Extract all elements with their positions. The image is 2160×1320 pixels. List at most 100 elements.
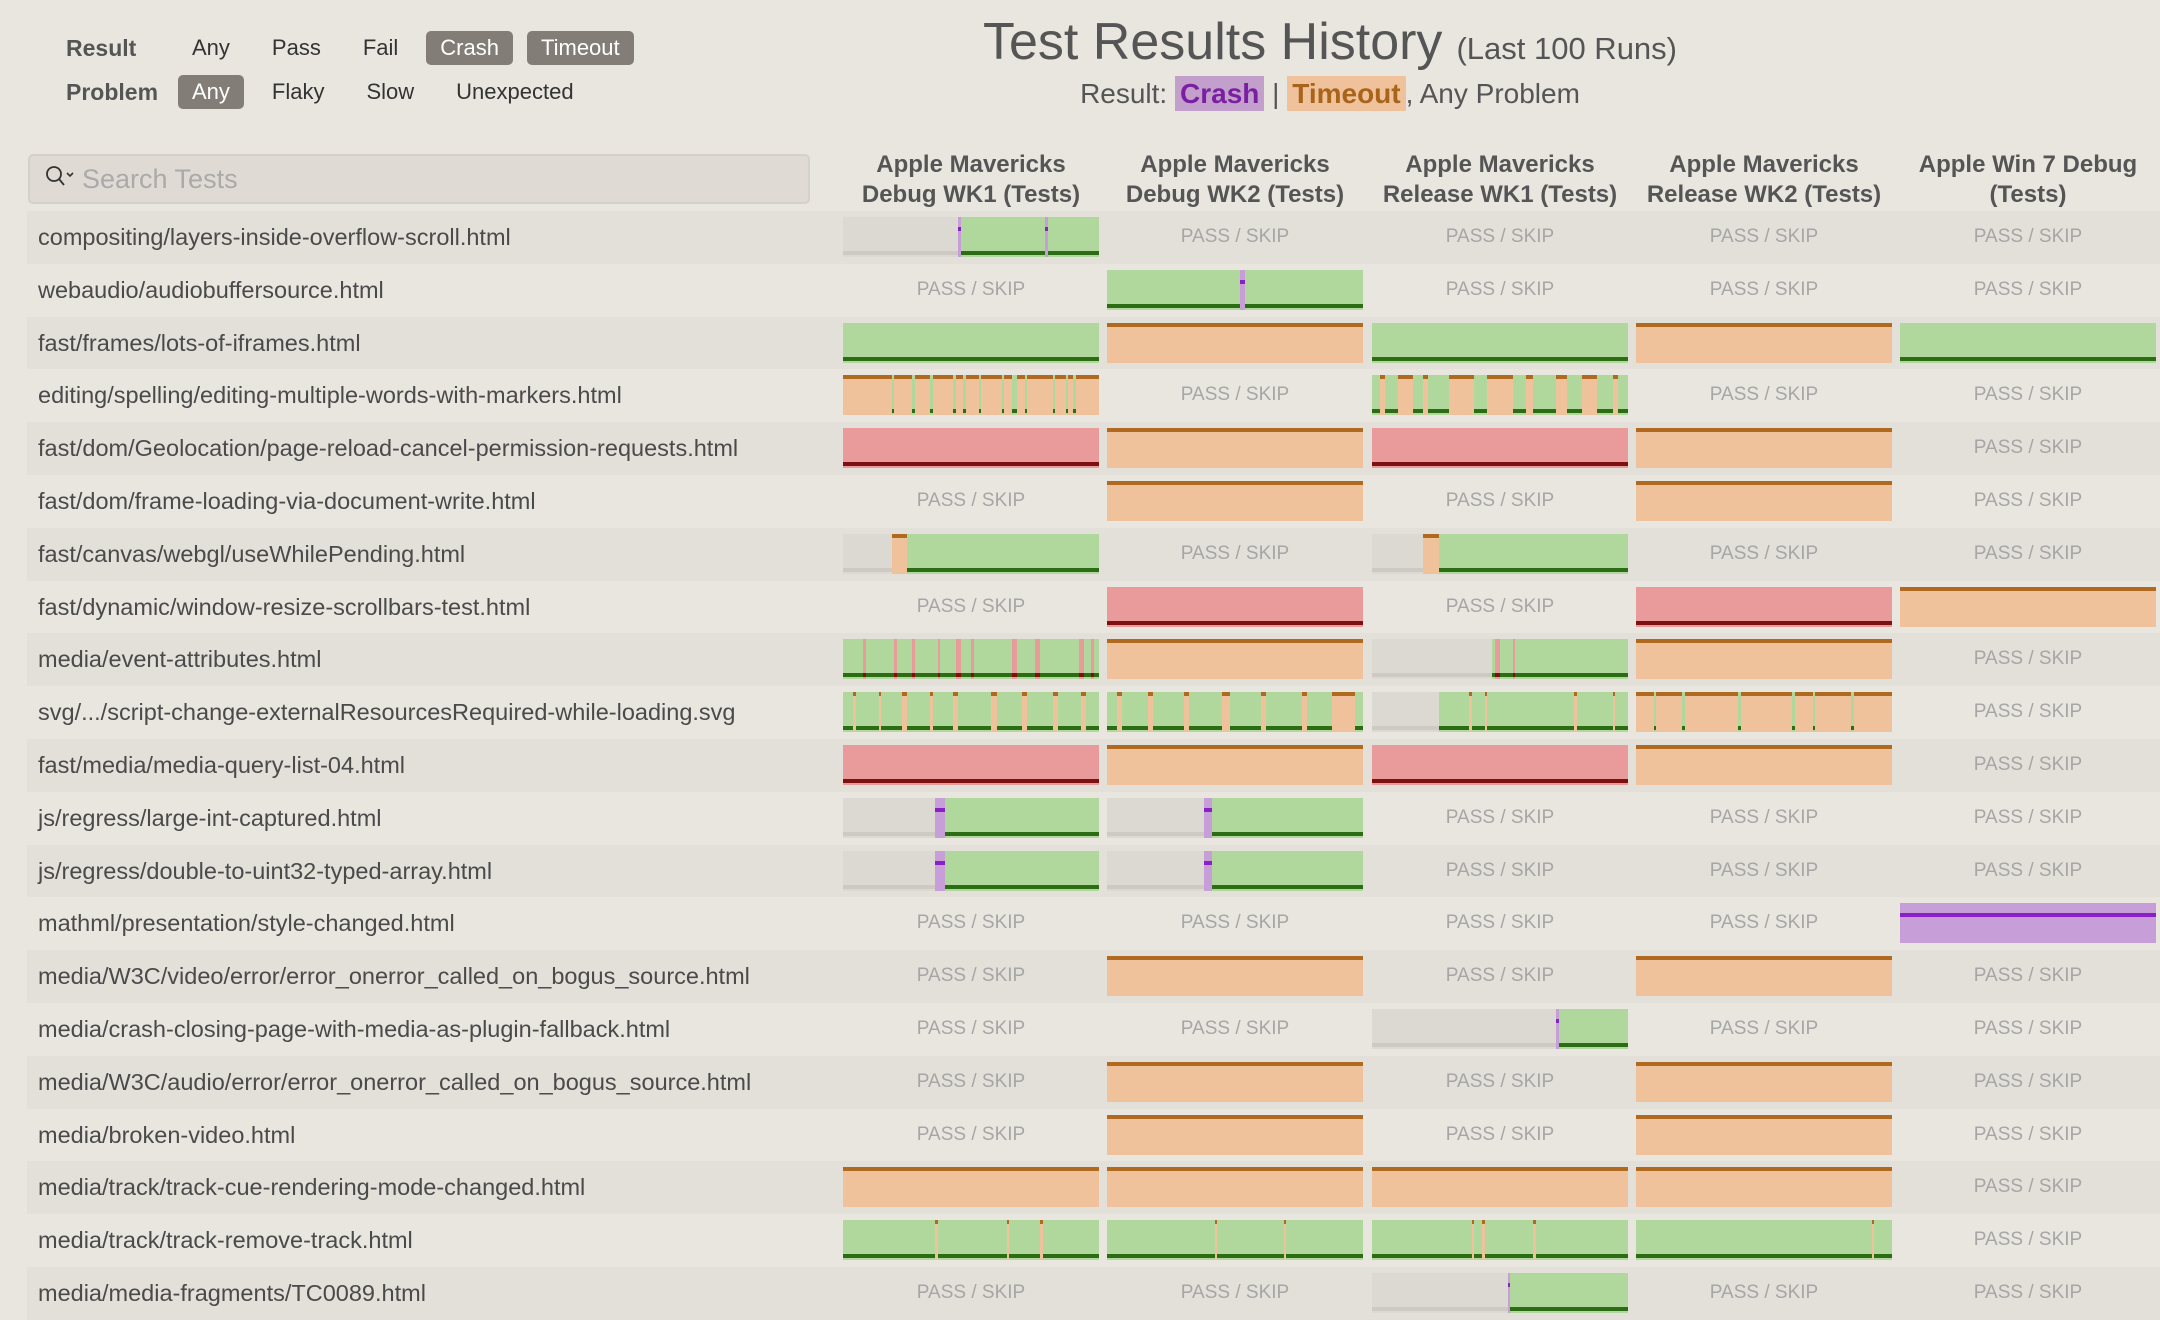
result-cell[interactable] bbox=[843, 792, 1099, 845]
history-bar[interactable] bbox=[1107, 745, 1363, 785]
problem-filter-flaky[interactable]: Flaky bbox=[258, 75, 339, 109]
result-cell[interactable] bbox=[843, 317, 1099, 370]
history-bar[interactable] bbox=[1107, 587, 1363, 627]
result-cell[interactable] bbox=[1372, 1214, 1628, 1267]
history-bar[interactable] bbox=[1107, 798, 1363, 838]
result-cell[interactable] bbox=[1636, 1109, 1892, 1162]
result-cell[interactable] bbox=[1636, 1161, 1892, 1214]
history-bar[interactable] bbox=[843, 217, 1099, 257]
history-bar[interactable] bbox=[1372, 1273, 1628, 1313]
history-bar[interactable] bbox=[843, 692, 1099, 732]
history-bar[interactable] bbox=[1107, 692, 1363, 732]
history-bar[interactable] bbox=[1636, 481, 1892, 521]
result-cell[interactable] bbox=[1107, 1109, 1363, 1162]
result-cell[interactable] bbox=[1107, 581, 1363, 634]
result-cell[interactable] bbox=[843, 369, 1099, 422]
history-bar[interactable] bbox=[1372, 692, 1628, 732]
result-cell[interactable]: PASS / SKIP bbox=[1372, 211, 1628, 264]
history-bar[interactable] bbox=[1107, 851, 1363, 891]
result-cell[interactable]: PASS / SKIP bbox=[1900, 528, 2156, 581]
result-cell[interactable] bbox=[1107, 422, 1363, 475]
history-bar[interactable] bbox=[1372, 1220, 1628, 1260]
result-cell[interactable]: PASS / SKIP bbox=[1900, 792, 2156, 845]
result-cell[interactable]: PASS / SKIP bbox=[1900, 264, 2156, 317]
result-cell[interactable]: PASS / SKIP bbox=[1636, 1003, 1892, 1056]
history-bar[interactable] bbox=[1107, 323, 1363, 363]
history-bar[interactable] bbox=[843, 851, 1099, 891]
result-cell[interactable] bbox=[1636, 739, 1892, 792]
result-cell[interactable]: PASS / SKIP bbox=[1900, 369, 2156, 422]
history-bar[interactable] bbox=[1372, 1167, 1628, 1207]
result-cell[interactable] bbox=[843, 211, 1099, 264]
history-bar[interactable] bbox=[843, 639, 1099, 679]
result-filter-crash[interactable]: Crash bbox=[426, 31, 513, 65]
result-cell[interactable] bbox=[1107, 950, 1363, 1003]
result-cell[interactable]: PASS / SKIP bbox=[1900, 475, 2156, 528]
test-row[interactable]: media/track/track-remove-track.htmlPASS … bbox=[27, 1214, 2160, 1267]
history-bar[interactable] bbox=[1372, 428, 1628, 468]
result-cell[interactable] bbox=[1372, 422, 1628, 475]
result-cell[interactable]: PASS / SKIP bbox=[1372, 845, 1628, 898]
history-bar[interactable] bbox=[1636, 1062, 1892, 1102]
result-cell[interactable] bbox=[1107, 264, 1363, 317]
test-name[interactable]: media/track/track-remove-track.html bbox=[38, 1214, 413, 1267]
result-filter-timeout[interactable]: Timeout bbox=[527, 31, 634, 65]
test-name[interactable]: media/crash-closing-page-with-media-as-p… bbox=[38, 1003, 670, 1056]
result-cell[interactable] bbox=[1372, 739, 1628, 792]
history-bar[interactable] bbox=[1107, 270, 1363, 310]
result-cell[interactable] bbox=[843, 1214, 1099, 1267]
test-row[interactable]: js/regress/large-int-captured.html PASS /… bbox=[27, 792, 2160, 845]
test-name[interactable]: compositing/layers-inside-overflow-scrol… bbox=[38, 211, 511, 264]
result-cell[interactable]: PASS / SKIP bbox=[1636, 528, 1892, 581]
result-cell[interactable] bbox=[843, 739, 1099, 792]
test-name[interactable]: media/media-fragments/TC0089.html bbox=[38, 1267, 426, 1320]
test-name[interactable]: media/event-attributes.html bbox=[38, 633, 321, 686]
result-cell[interactable]: PASS / SKIP bbox=[1900, 1109, 2156, 1162]
test-name[interactable]: fast/dynamic/window-resize-scrollbars-te… bbox=[38, 581, 530, 634]
result-cell[interactable] bbox=[843, 422, 1099, 475]
result-cell[interactable] bbox=[1636, 317, 1892, 370]
result-cell[interactable]: PASS / SKIP bbox=[1636, 264, 1892, 317]
result-cell[interactable] bbox=[1372, 528, 1628, 581]
result-cell[interactable]: PASS / SKIP bbox=[1900, 1056, 2156, 1109]
test-row[interactable]: media/crash-closing-page-with-media-as-p… bbox=[27, 1003, 2160, 1056]
test-name[interactable]: editing/spelling/editing-multiple-words-… bbox=[38, 369, 622, 422]
test-row[interactable]: fast/dynamic/window-resize-scrollbars-te… bbox=[27, 581, 2160, 634]
history-bar[interactable] bbox=[1900, 903, 2156, 943]
result-cell[interactable]: PASS / SKIP bbox=[1900, 211, 2156, 264]
result-cell[interactable]: PASS / SKIP bbox=[843, 475, 1099, 528]
result-cell[interactable]: PASS / SKIP bbox=[1900, 1267, 2156, 1320]
result-cell[interactable]: PASS / SKIP bbox=[843, 264, 1099, 317]
result-cell[interactable]: PASS / SKIP bbox=[1372, 950, 1628, 1003]
test-name[interactable]: media/W3C/audio/error/error_onerror_call… bbox=[38, 1056, 751, 1109]
result-cell[interactable]: PASS / SKIP bbox=[1636, 792, 1892, 845]
history-bar[interactable] bbox=[1372, 1009, 1628, 1049]
test-row[interactable]: fast/dom/frame-loading-via-document-writ… bbox=[27, 475, 2160, 528]
history-bar[interactable] bbox=[1107, 1115, 1363, 1155]
result-cell[interactable] bbox=[843, 633, 1099, 686]
history-bar[interactable] bbox=[843, 534, 1099, 574]
result-cell[interactable] bbox=[843, 1161, 1099, 1214]
history-bar[interactable] bbox=[843, 428, 1099, 468]
history-bar[interactable] bbox=[1372, 375, 1628, 415]
problem-filter-unexpected[interactable]: Unexpected bbox=[442, 75, 587, 109]
result-cell[interactable] bbox=[1107, 845, 1363, 898]
result-cell[interactable] bbox=[1636, 422, 1892, 475]
history-bar[interactable] bbox=[1372, 639, 1628, 679]
result-cell[interactable]: PASS / SKIP bbox=[1636, 211, 1892, 264]
history-bar[interactable] bbox=[1372, 745, 1628, 785]
test-name[interactable]: webaudio/audiobuffersource.html bbox=[38, 264, 384, 317]
result-cell[interactable] bbox=[1107, 1161, 1363, 1214]
history-bar[interactable] bbox=[1636, 692, 1892, 732]
result-cell[interactable]: PASS / SKIP bbox=[1372, 1109, 1628, 1162]
search-box[interactable] bbox=[28, 154, 810, 204]
result-cell[interactable] bbox=[1636, 1056, 1892, 1109]
history-bar[interactable] bbox=[843, 745, 1099, 785]
result-cell[interactable]: PASS / SKIP bbox=[843, 1267, 1099, 1320]
test-row[interactable]: media/broken-video.htmlPASS / SKIPPASS /… bbox=[27, 1109, 2160, 1162]
test-row[interactable]: media/event-attributes.htmlPASS / SKIP bbox=[27, 633, 2160, 686]
result-filter-pass[interactable]: Pass bbox=[258, 31, 335, 65]
result-filter-fail[interactable]: Fail bbox=[349, 31, 412, 65]
test-name[interactable]: media/track/track-cue-rendering-mode-cha… bbox=[38, 1161, 585, 1214]
test-name[interactable]: js/regress/large-int-captured.html bbox=[38, 792, 382, 845]
